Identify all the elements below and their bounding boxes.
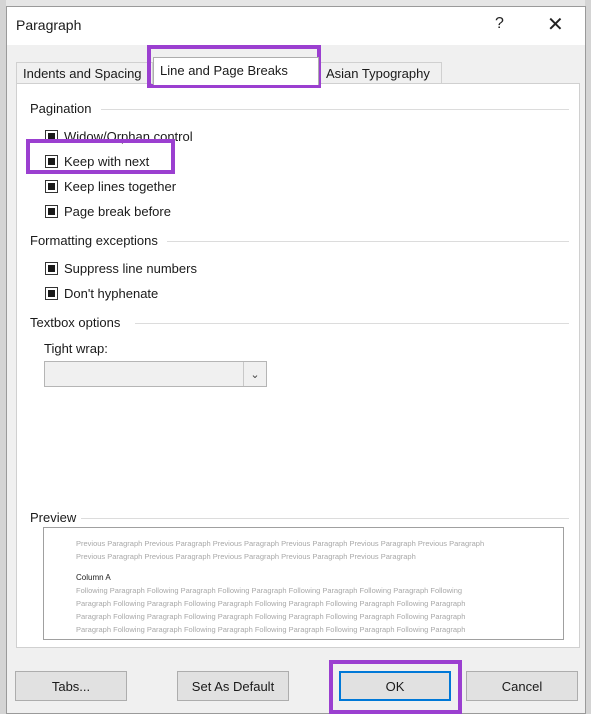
preview-sample-text: Column A (76, 573, 111, 582)
preview-following-line: Paragraph Following Paragraph Following … (76, 612, 466, 621)
divider (101, 109, 569, 110)
checkbox-label: Keep with next (64, 153, 150, 169)
suppress-line-numbers-checkbox[interactable]: Suppress line numbers (45, 259, 197, 277)
checkbox-indeterminate-icon (45, 129, 58, 143)
button-label: Tabs... (51, 678, 91, 694)
preview-pane: Previous Paragraph Previous Paragraph Pr… (43, 527, 564, 640)
tab-label: Line and Page Breaks (160, 63, 288, 78)
close-icon[interactable]: ✕ (547, 12, 564, 37)
preview-heading: Preview (30, 510, 77, 525)
checkbox-indeterminate-icon (45, 261, 58, 275)
tight-wrap-dropdown[interactable]: ⌄ (44, 361, 267, 387)
tab-line-and-page-breaks[interactable]: Line and Page Breaks (153, 57, 319, 85)
checkbox-label: Don't hyphenate (64, 285, 159, 301)
pagination-heading: Pagination (30, 101, 92, 116)
checkbox-label: Widow/Orphan control (64, 128, 193, 144)
dont-hyphenate-checkbox[interactable]: Don't hyphenate (45, 284, 158, 302)
preview-following-line: Following Paragraph Following Paragraph … (76, 586, 463, 595)
preview-following-line: Paragraph Following Paragraph Following … (76, 625, 466, 634)
widow-orphan-control-checkbox[interactable]: Widow/Orphan control (45, 127, 193, 145)
tab-asian-typography[interactable]: Asian Typography (319, 62, 442, 84)
checkbox-indeterminate-icon (45, 286, 58, 300)
preview-previous-line: Previous Paragraph Previous Paragraph Pr… (76, 552, 416, 561)
ok-button[interactable]: OK (339, 671, 451, 701)
button-label: OK (385, 678, 405, 694)
tab-indents-and-spacing[interactable]: Indents and Spacing (16, 62, 153, 84)
set-as-default-button[interactable]: Set As Default (177, 671, 289, 701)
dialog-title: Paragraph (16, 17, 82, 33)
page-break-before-checkbox[interactable]: Page break before (45, 202, 171, 220)
button-label: Set As Default (191, 678, 275, 694)
checkbox-label: Page break before (64, 203, 171, 219)
tight-wrap-label: Tight wrap: (44, 341, 108, 356)
tabs-button[interactable]: Tabs... (15, 671, 127, 701)
help-button[interactable]: ? (495, 15, 504, 33)
divider (81, 518, 569, 519)
formatting-exceptions-heading: Formatting exceptions (30, 233, 158, 248)
keep-lines-together-checkbox[interactable]: Keep lines together (45, 177, 176, 195)
checkbox-indeterminate-icon (45, 179, 58, 193)
divider (135, 323, 569, 324)
keep-with-next-checkbox[interactable]: Keep with next (45, 152, 149, 170)
cancel-button[interactable]: Cancel (466, 671, 578, 701)
textbox-options-heading: Textbox options (30, 315, 121, 330)
paragraph-dialog: Paragraph ? ✕ Indents and Spacing Line a… (6, 6, 586, 714)
preview-following-line: Paragraph Following Paragraph Following … (76, 599, 466, 608)
chevron-down-icon[interactable]: ⌄ (243, 362, 266, 386)
preview-previous-line: Previous Paragraph Previous Paragraph Pr… (76, 539, 485, 548)
title-bar: Paragraph ? ✕ (7, 7, 585, 45)
checkbox-indeterminate-icon (45, 154, 58, 168)
tab-label: Asian Typography (326, 66, 430, 81)
checkbox-label: Keep lines together (64, 178, 177, 194)
tab-label: Indents and Spacing (23, 66, 142, 81)
button-label: Cancel (501, 678, 543, 694)
divider (167, 241, 569, 242)
checkbox-indeterminate-icon (45, 204, 58, 218)
checkbox-label: Suppress line numbers (64, 260, 197, 276)
